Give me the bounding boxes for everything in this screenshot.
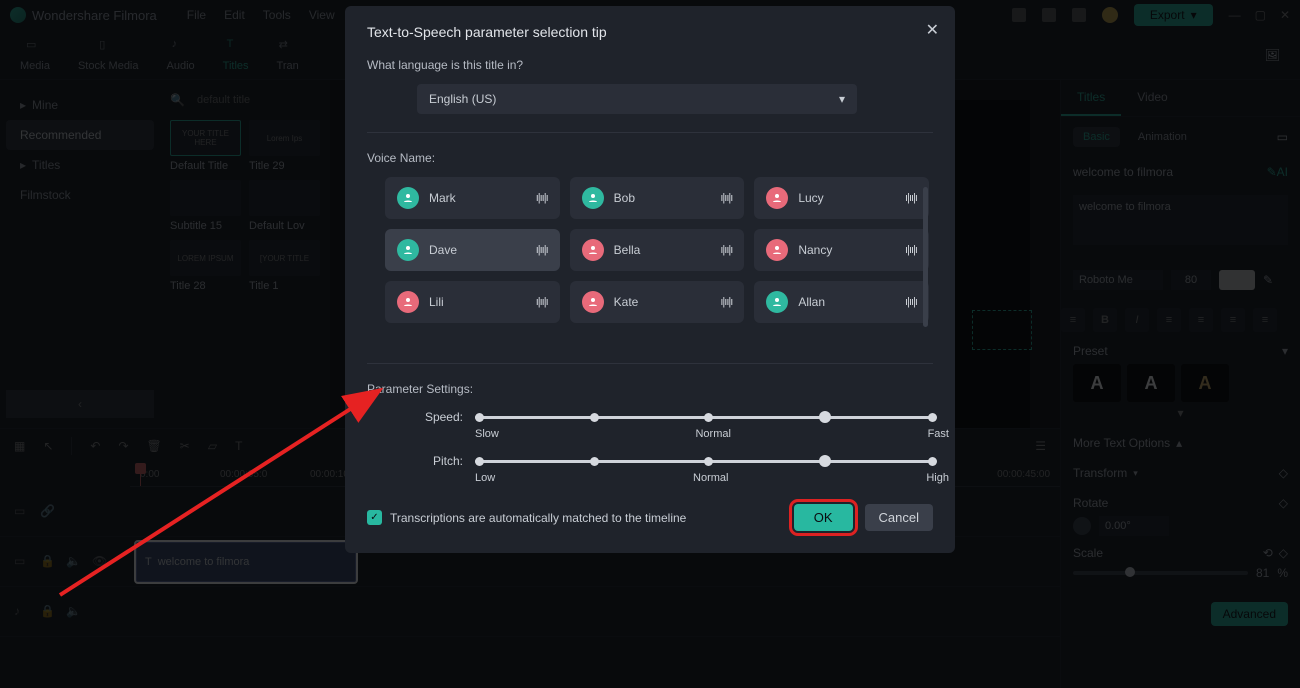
avatar-icon [397,291,419,313]
voice-grid: Markı|ıı|ı Bobı|ıı|ı Lucyı|ıı|ı Daveı|ıı… [385,177,929,323]
language-select[interactable]: English (US) ▾ [417,84,857,114]
voice-name-label: Voice Name: [367,151,933,165]
waveform-icon: ı|ıı|ı [720,192,732,204]
voice-mark[interactable]: Markı|ıı|ı [385,177,560,219]
voice-nancy[interactable]: Nancyı|ıı|ı [754,229,929,271]
speed-slow: Slow [475,428,499,440]
waveform-icon: ı|ıı|ı [536,296,548,308]
pitch-low: Low [475,472,495,484]
voice-lili[interactable]: Liliı|ıı|ı [385,281,560,323]
pitch-high: High [926,472,949,484]
voice-allan[interactable]: Allanı|ıı|ı [754,281,929,323]
avatar-icon [766,239,788,261]
waveform-icon: ı|ıı|ı [720,296,732,308]
param-settings-label: Parameter Settings: [367,382,933,396]
waveform-icon: ı|ıı|ı [536,192,548,204]
voice-scrollbar[interactable] [923,187,928,327]
modal-close-button[interactable]: ✕ [926,20,939,40]
avatar-icon [766,187,788,209]
avatar-icon [397,239,419,261]
voice-kate[interactable]: Kateı|ıı|ı [570,281,745,323]
speed-slider[interactable] [475,416,933,419]
avatar-icon [582,239,604,261]
pitch-label: Pitch: [403,454,463,468]
avatar-icon [582,291,604,313]
transcriptions-label: Transcriptions are automatically matched… [390,511,686,525]
speed-normal: Normal [695,428,730,440]
voice-bella[interactable]: Bellaı|ıı|ı [570,229,745,271]
waveform-icon: ı|ıı|ı [905,296,917,308]
tts-modal: Text-to-Speech parameter selection tip ✕… [345,6,955,553]
transcriptions-checkbox[interactable]: ✓ [367,510,382,525]
avatar-icon [766,291,788,313]
language-question: What language is this title in? [367,58,933,72]
ok-button[interactable]: OK [794,504,853,531]
pitch-normal: Normal [693,472,728,484]
avatar-icon [397,187,419,209]
speed-label: Speed: [403,410,463,424]
cancel-button[interactable]: Cancel [865,504,933,531]
modal-title: Text-to-Speech parameter selection tip [367,24,933,40]
language-value: English (US) [429,92,496,106]
voice-dave[interactable]: Daveı|ıı|ı [385,229,560,271]
voice-bob[interactable]: Bobı|ıı|ı [570,177,745,219]
pitch-slider[interactable] [475,460,933,463]
speed-fast: Fast [928,428,949,440]
modal-overlay: Text-to-Speech parameter selection tip ✕… [0,0,1300,688]
waveform-icon: ı|ıı|ı [536,244,548,256]
waveform-icon: ı|ıı|ı [720,244,732,256]
avatar-icon [582,187,604,209]
waveform-icon: ı|ıı|ı [905,244,917,256]
chevron-down-icon: ▾ [839,92,845,106]
voice-lucy[interactable]: Lucyı|ıı|ı [754,177,929,219]
waveform-icon: ı|ıı|ı [905,192,917,204]
